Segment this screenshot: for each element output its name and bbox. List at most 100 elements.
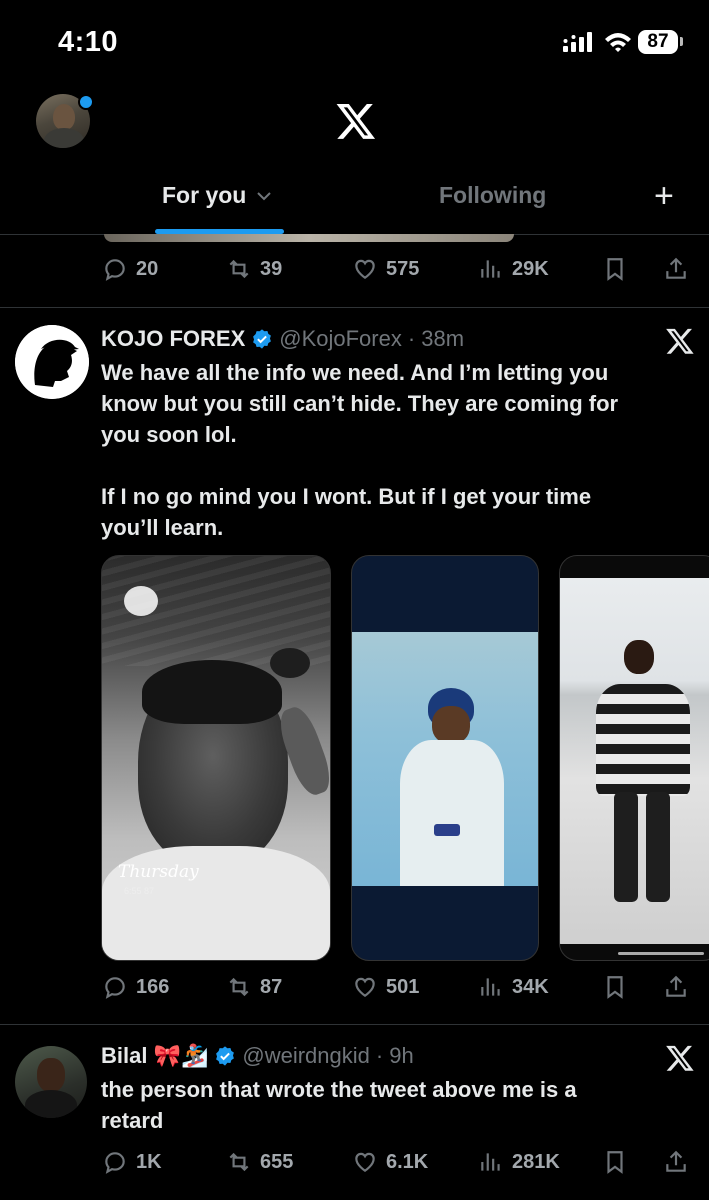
media-caption: Thursday xyxy=(118,862,199,882)
post-header: KOJO FOREX @KojoForex · 38m xyxy=(101,326,464,352)
like-button[interactable]: 6.1K xyxy=(352,1149,428,1175)
post-text: the person that wrote the tweet above me… xyxy=(101,1074,577,1136)
divider xyxy=(0,307,709,308)
divider xyxy=(0,1024,709,1025)
repost-count: 39 xyxy=(260,257,283,280)
like-count: 501 xyxy=(386,975,420,998)
bookmark-button[interactable] xyxy=(602,256,628,282)
reply-icon xyxy=(105,977,125,999)
x-logo-icon[interactable] xyxy=(665,326,695,356)
bookmark-icon xyxy=(607,976,623,999)
scroll-indicator xyxy=(618,952,704,955)
reply-icon xyxy=(105,259,125,281)
views-icon xyxy=(481,1153,500,1171)
repost-icon xyxy=(229,1152,249,1172)
reply-button[interactable]: 166 xyxy=(102,974,169,1000)
post-actions: 20 39 575 29K xyxy=(100,254,695,284)
heart-icon xyxy=(355,259,375,279)
battery-tip xyxy=(680,37,683,46)
x-logo-icon[interactable] xyxy=(665,1043,695,1073)
post-actions: 166 87 501 34K xyxy=(100,972,695,1002)
repost-icon xyxy=(229,977,249,997)
reply-icon xyxy=(105,1152,125,1174)
repost-count: 655 xyxy=(260,1150,294,1173)
reply-count: 20 xyxy=(136,257,159,280)
share-icon xyxy=(666,257,686,279)
repost-button[interactable]: 87 xyxy=(226,974,282,1000)
reply-count: 1K xyxy=(136,1150,162,1173)
post-text-line: We have all the info we need. And I’m le… xyxy=(101,360,609,385)
tab-for-you[interactable]: For you xyxy=(162,182,272,209)
share-icon xyxy=(666,1150,686,1172)
author-name[interactable]: KOJO FOREX xyxy=(101,326,245,352)
author-handle[interactable]: @KojoForex xyxy=(279,326,402,352)
post-time: · 38m xyxy=(407,326,465,351)
phone-in-hand xyxy=(434,824,460,836)
post-text: We have all the info we need. And I’m le… xyxy=(101,357,618,543)
wifi-icon xyxy=(605,33,631,52)
reply-button[interactable]: 20 xyxy=(102,256,158,282)
heart-icon xyxy=(355,1152,375,1172)
add-tab-icon[interactable]: + xyxy=(654,179,674,213)
verified-badge-icon xyxy=(253,329,272,349)
post-avatar[interactable] xyxy=(15,325,89,399)
media-image-1[interactable]: Thursday 6:55 87 xyxy=(101,555,331,961)
striped-shirt xyxy=(596,684,690,796)
views-count: 281K xyxy=(512,1150,560,1173)
post-text-line: retard xyxy=(101,1108,164,1133)
status-time: 4:10 xyxy=(58,26,119,58)
post-text-line: you’ll learn. xyxy=(101,515,224,540)
repost-icon xyxy=(229,259,249,279)
signal-icon xyxy=(563,32,592,52)
views-button[interactable]: 34K xyxy=(478,974,549,1000)
x-logo-icon[interactable] xyxy=(335,100,377,142)
views-icon xyxy=(481,978,500,996)
post-time: · 9h xyxy=(375,1043,414,1068)
repost-button[interactable]: 655 xyxy=(226,1149,293,1175)
views-count: 34K xyxy=(512,975,549,998)
repost-button[interactable]: 39 xyxy=(226,256,282,282)
bookmark-icon xyxy=(607,258,623,281)
share-icon xyxy=(666,975,686,997)
post-text-line: If I no go mind you I wont. But if I get… xyxy=(101,484,592,509)
post-text-line: the person that wrote the tweet above me… xyxy=(101,1077,577,1102)
post-header: Bilal 🎀🏂 @weirdngkid · 9h xyxy=(101,1043,414,1069)
reply-button[interactable]: 1K xyxy=(102,1149,162,1175)
author-name[interactable]: Bilal 🎀🏂 xyxy=(101,1043,208,1069)
ceiling-fan xyxy=(270,648,310,678)
post-text-line: you soon lol. xyxy=(101,422,237,447)
share-button[interactable] xyxy=(663,256,689,282)
media-image-2[interactable] xyxy=(351,555,539,961)
reply-count: 166 xyxy=(136,975,170,998)
previous-post-media[interactable] xyxy=(104,234,514,242)
heart-icon xyxy=(355,977,375,997)
bookmark-button[interactable] xyxy=(602,974,628,1000)
post-actions: 1K 655 6.1K 281K xyxy=(100,1147,695,1177)
media-caption-time: 6:55 87 xyxy=(124,886,155,896)
verified-badge-icon xyxy=(216,1046,235,1066)
person-leg-right xyxy=(646,792,670,902)
like-button[interactable]: 501 xyxy=(352,974,419,1000)
battery-indicator: 87 xyxy=(638,30,678,54)
views-count: 29K xyxy=(512,257,549,280)
post-avatar[interactable] xyxy=(15,1046,87,1118)
share-button[interactable] xyxy=(663,1149,689,1175)
share-button[interactable] xyxy=(663,974,689,1000)
views-button[interactable]: 29K xyxy=(478,256,549,282)
bookmark-button[interactable] xyxy=(602,1149,628,1175)
person-head xyxy=(432,706,470,744)
tab-for-you-label: For you xyxy=(162,182,247,208)
author-handle[interactable]: @weirdngkid xyxy=(242,1043,370,1069)
silhouette-logo-icon xyxy=(15,325,89,399)
person-head xyxy=(624,640,654,674)
person-leg-left xyxy=(614,792,638,902)
views-button[interactable]: 281K xyxy=(478,1149,560,1175)
notification-dot xyxy=(78,94,94,110)
chevron-down-icon xyxy=(257,191,272,200)
tab-following[interactable]: Following xyxy=(439,182,546,209)
post-text-line: know but you still can’t hide. They are … xyxy=(101,391,619,416)
like-count: 6.1K xyxy=(386,1150,429,1173)
views-icon xyxy=(481,260,500,278)
like-button[interactable]: 575 xyxy=(352,256,419,282)
media-image-3[interactable] xyxy=(559,555,709,961)
